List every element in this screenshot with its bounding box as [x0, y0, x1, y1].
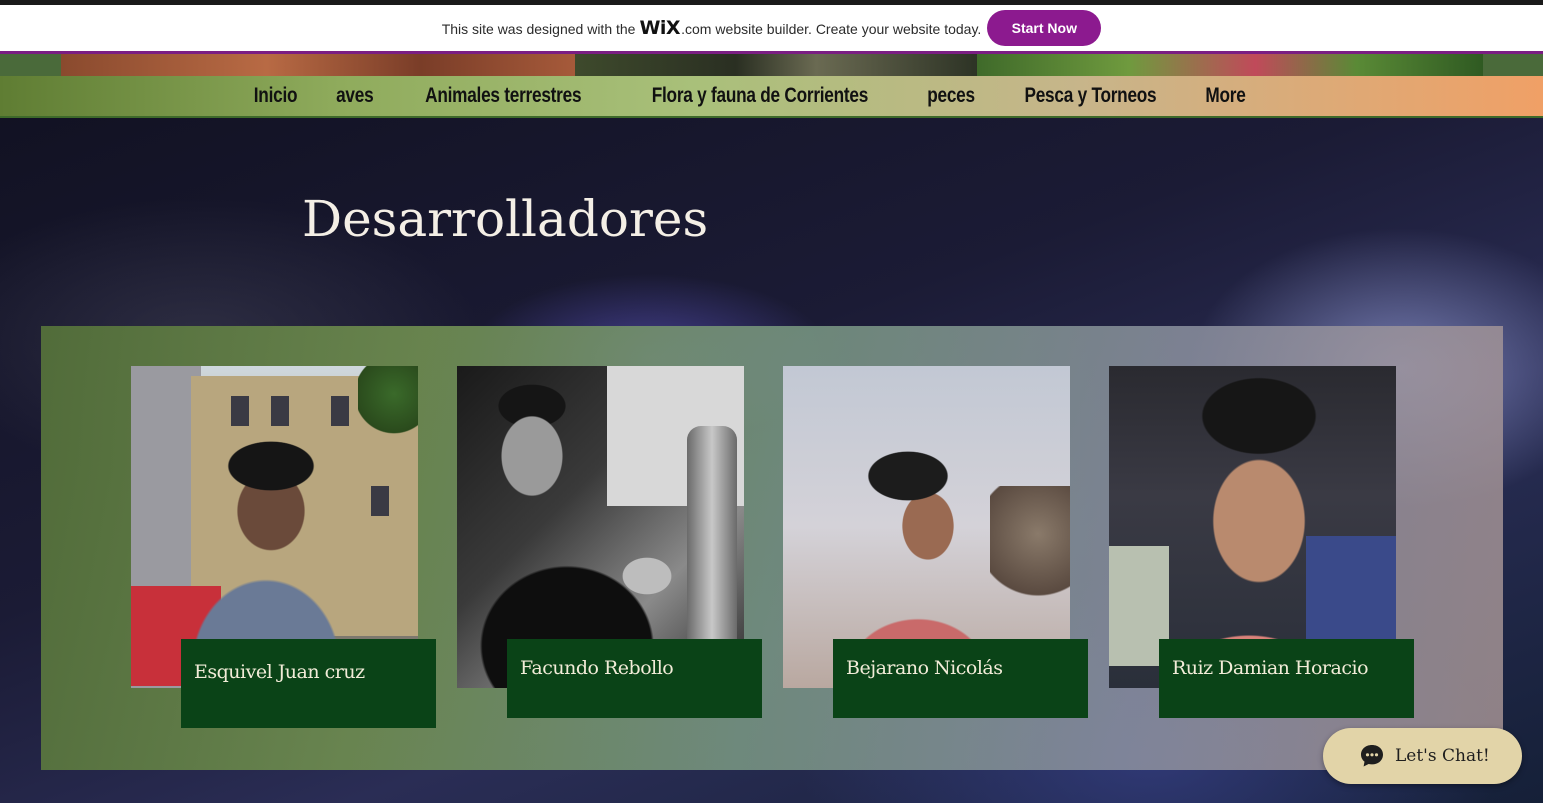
header-image-left — [61, 54, 575, 76]
team-name-box-3: Bejarano Nicolás — [833, 639, 1088, 718]
nav-item-animales-terrestres[interactable]: Animales terrestres — [425, 84, 581, 108]
wix-promo-text: This site was designed with the WiX .com… — [442, 17, 982, 39]
wix-logo[interactable]: WiX — [639, 17, 680, 39]
nav-item-aves[interactable]: aves — [336, 84, 374, 108]
wix-promo-banner: This site was designed with the WiX .com… — [0, 0, 1543, 54]
nav-items: Inicio aves Animales terrestres Flora y … — [249, 84, 1250, 108]
team-name-box-4: Ruiz Damian Horacio — [1159, 639, 1414, 718]
team-name-box-1: Esquivel Juan cruz — [181, 639, 436, 728]
chat-bubble-icon — [1359, 743, 1385, 769]
team-name-box-2: Facundo Rebollo — [507, 639, 762, 718]
lets-chat-button[interactable]: Let's Chat! — [1323, 728, 1522, 784]
nav-item-pesca-y-torneos[interactable]: Pesca y Torneos — [1024, 84, 1156, 108]
nav-item-peces[interactable]: peces — [927, 84, 975, 108]
team-member-name: Bejarano Nicolás — [846, 657, 1003, 679]
main-nav: Inicio aves Animales terrestres Flora y … — [0, 76, 1543, 118]
start-now-button[interactable]: Start Now — [987, 10, 1102, 46]
wix-dotcom: .com — [681, 21, 712, 37]
chat-label: Let's Chat! — [1395, 746, 1490, 766]
header-image-right — [977, 54, 1483, 76]
header-image-strip — [0, 54, 1543, 76]
page-title: Desarrolladores — [302, 190, 709, 248]
team-card-2: Facundo Rebollo — [457, 366, 762, 728]
nav-item-more[interactable]: More — [1205, 84, 1245, 108]
nav-item-inicio[interactable]: Inicio — [254, 84, 298, 108]
team-member-name: Ruiz Damian Horacio — [1172, 657, 1369, 679]
team-member-name: Facundo Rebollo — [520, 657, 674, 679]
header-image-center — [575, 54, 977, 76]
team-member-name: Esquivel Juan cruz — [194, 661, 365, 683]
wix-promo-text-before: This site was designed with the — [441, 21, 636, 37]
nav-item-flora-y-fauna[interactable]: Flora y fauna de Corrientes — [652, 84, 869, 108]
team-card-1: Esquivel Juan cruz — [131, 366, 436, 728]
team-card-4: Ruiz Damian Horacio — [1109, 366, 1414, 728]
team-card-3: Bejarano Nicolás — [783, 366, 1088, 728]
wix-promo-text-after: website builder. Create your website tod… — [715, 21, 982, 37]
